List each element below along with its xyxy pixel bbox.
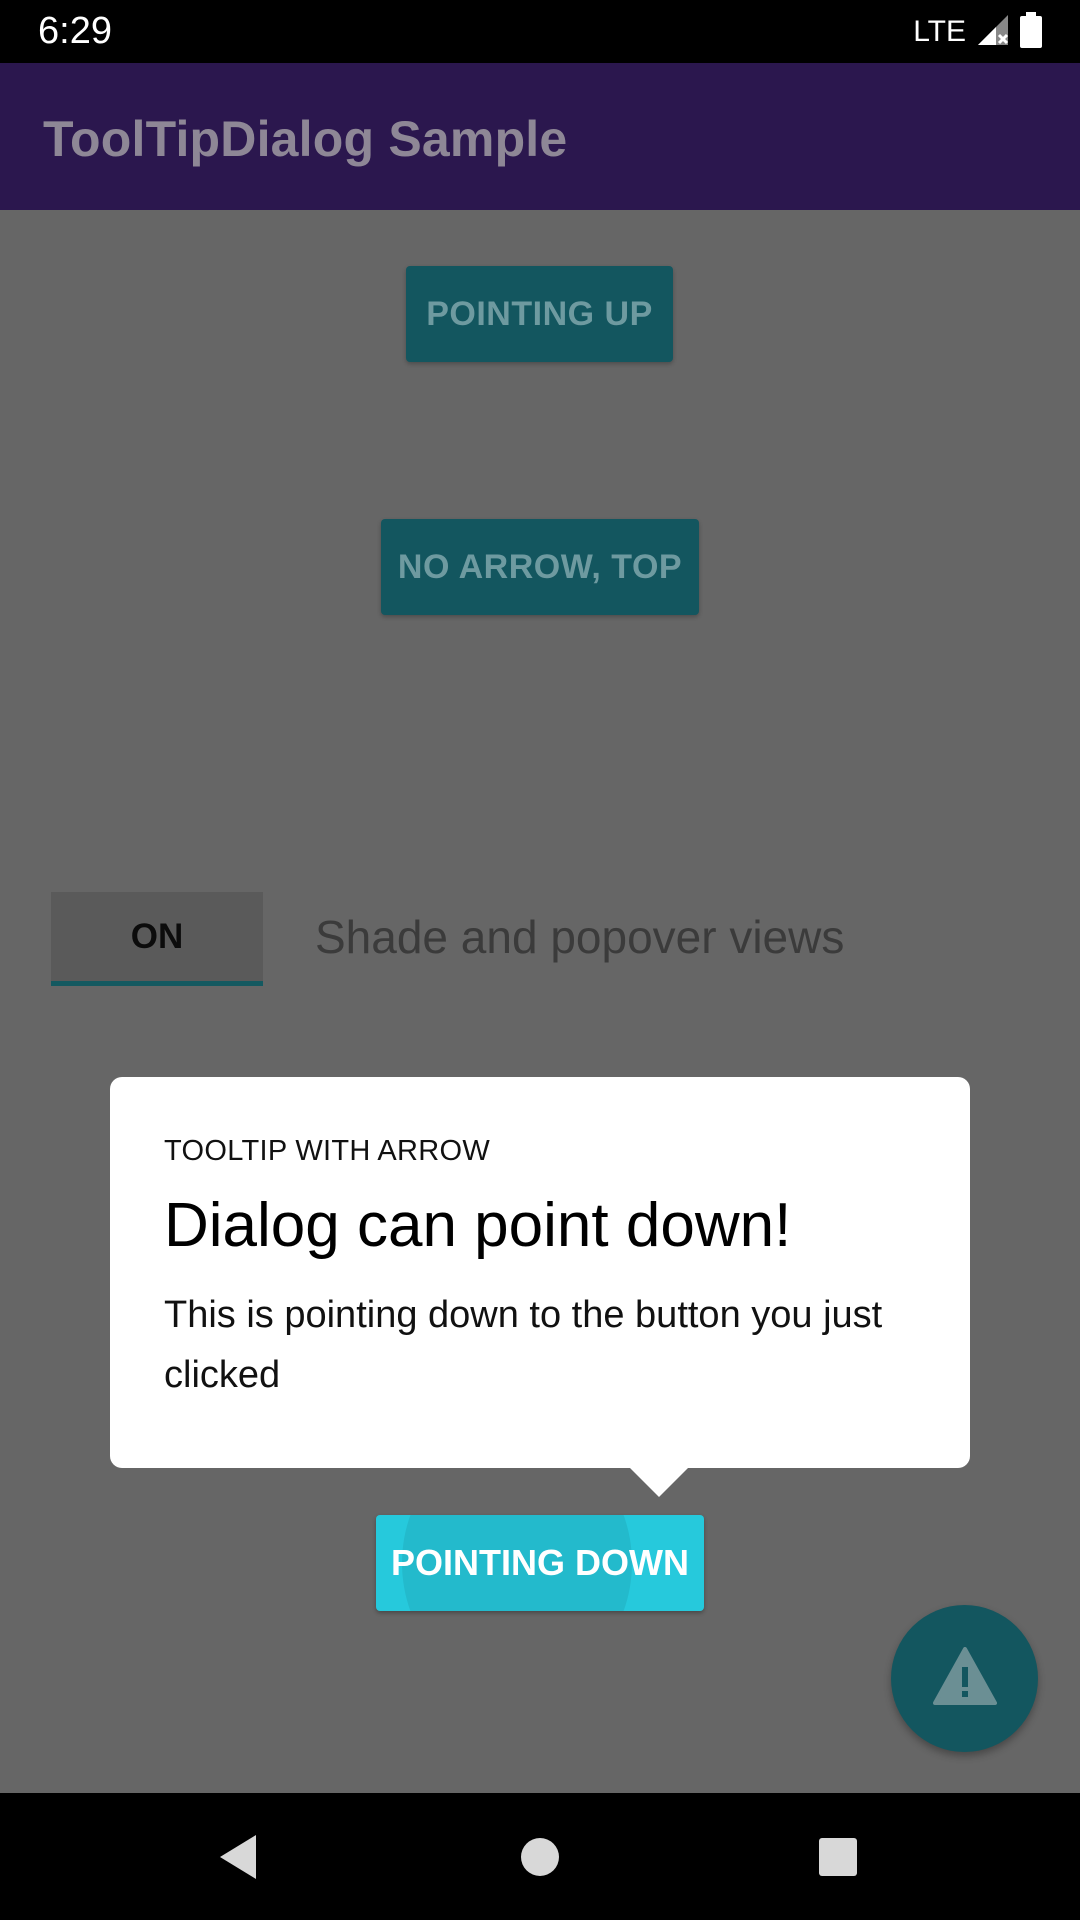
navigation-bar: [0, 1793, 1080, 1920]
battery-icon: [1020, 11, 1042, 53]
no-arrow-top-button[interactable]: NO ARROW, TOP: [381, 519, 699, 615]
dialog-body: This is pointing down to the button you …: [164, 1294, 883, 1396]
home-icon[interactable]: [508, 1825, 572, 1889]
status-time: 6:29: [38, 10, 112, 52]
signal-icon: [976, 13, 1010, 52]
shade-toggle[interactable]: ON: [51, 892, 263, 986]
warning-fab[interactable]: [891, 1605, 1038, 1752]
status-icons: LTE: [913, 11, 1042, 53]
status-bar: 6:29 LTE: [0, 0, 1080, 63]
dialog-arrow: [629, 1467, 689, 1497]
toggle-label: Shade and popover views: [315, 911, 845, 963]
toggle-state-label: ON: [130, 916, 184, 956]
pointing-down-label: POINTING DOWN: [391, 1542, 689, 1583]
network-type: LTE: [913, 15, 966, 48]
tooltip-dialog[interactable]: TOOLTIP WITH ARROW Dialog can point down…: [110, 1077, 970, 1468]
app-title: ToolTipDialog Sample: [43, 111, 568, 167]
dialog-kicker: TOOLTIP WITH ARROW: [164, 1135, 491, 1167]
pointing-down-button[interactable]: POINTING DOWN: [376, 1515, 704, 1611]
back-icon[interactable]: [206, 1825, 270, 1889]
dialog-title: Dialog can point down!: [164, 1191, 792, 1260]
pointing-up-button[interactable]: POINTING UP: [406, 266, 673, 362]
warning-icon: [932, 1647, 997, 1710]
recents-icon[interactable]: [806, 1825, 870, 1889]
